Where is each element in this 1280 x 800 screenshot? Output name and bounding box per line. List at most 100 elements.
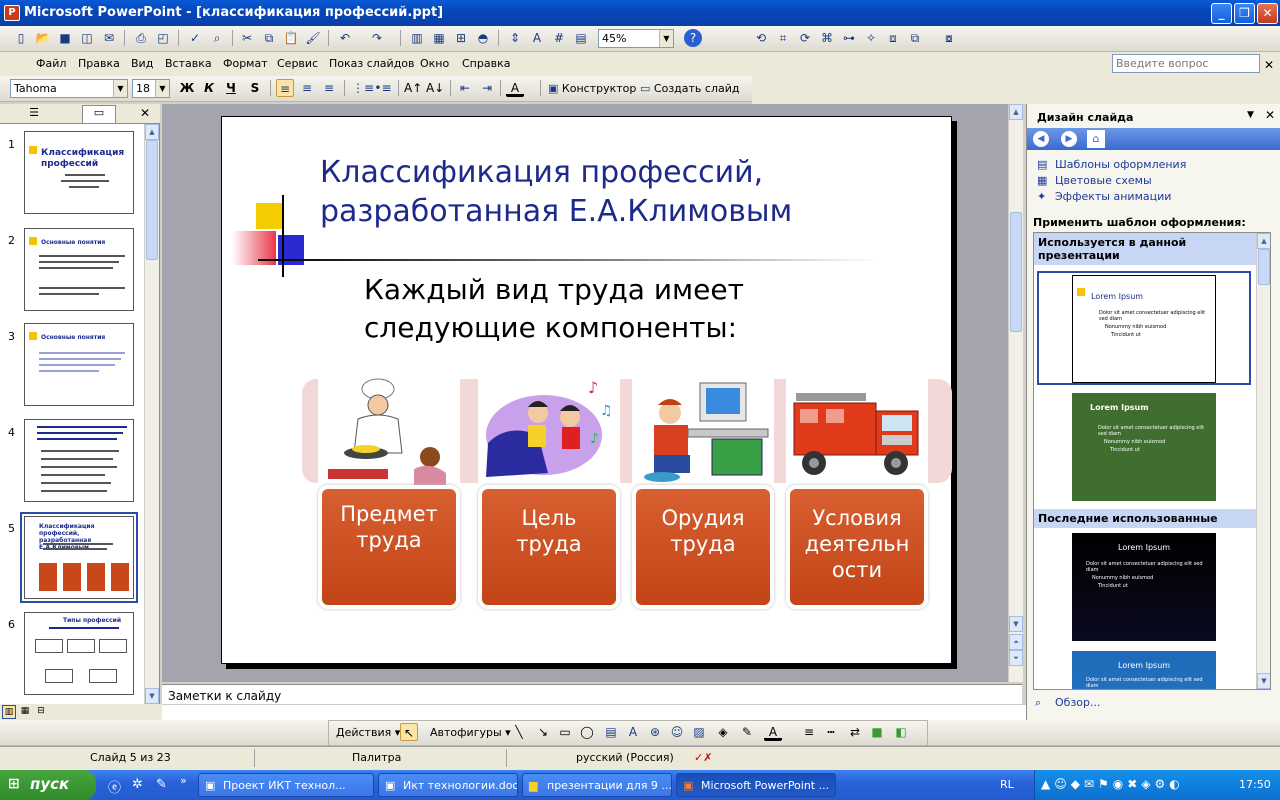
browse-link[interactable]: Обзор... [1055, 696, 1101, 709]
wordart-gallery-icon[interactable]: ⟲ [752, 29, 770, 47]
slide-thumbnail-6[interactable]: Типы профессий [24, 612, 134, 695]
expand-all-icon[interactable]: ⇕ [506, 29, 524, 47]
slide-thumbnail-2[interactable]: Основные понятия [24, 228, 134, 311]
diagram-icon[interactable]: ⌘ [818, 29, 836, 47]
expand-quicklaunch-icon[interactable]: » [180, 774, 187, 787]
italic-button[interactable]: К [200, 79, 218, 97]
clipart-icon[interactable]: ☺ [668, 723, 686, 741]
scroll-down-icon[interactable]: ▼ [145, 688, 159, 704]
template-green[interactable]: Lorem Ipsum Dolor sit amet consectetuer … [1072, 393, 1216, 501]
align-icon[interactable]: ⧉ [906, 29, 924, 47]
slide-thumbnail-4[interactable] [24, 419, 134, 502]
fill-color-icon[interactable]: ◈ [714, 723, 732, 741]
card-conditions[interactable]: Условия деятельн ости [786, 485, 928, 609]
powerpoint-app-icon[interactable]: P [4, 5, 20, 21]
increase-indent-icon[interactable]: ⇥ [478, 79, 496, 97]
back-icon[interactable]: ◀ [1033, 131, 1049, 147]
tables-borders-icon[interactable]: ⊞ [452, 29, 470, 47]
font-color-draw-icon[interactable]: A [764, 723, 782, 741]
tray-icons[interactable]: ▲☺◆✉⚑◉✖◈⚙◐ [1041, 777, 1184, 791]
actions-menu[interactable]: Действия ▾ [336, 726, 400, 739]
align-left-icon[interactable]: ≡ [276, 79, 294, 97]
ie-icon[interactable]: ⓔ [108, 777, 121, 796]
underline-button[interactable]: Ч [222, 79, 240, 97]
main-scrollbar[interactable]: ▲ ▼ ⏶ ⏷ [1008, 104, 1023, 682]
wordart-icon[interactable]: A [624, 723, 642, 741]
reorder-icon[interactable]: ⧇ [940, 29, 958, 47]
link-animation-schemes[interactable]: Эффекты анимации [1055, 190, 1171, 203]
rectangle-icon[interactable]: ▭ [556, 723, 574, 741]
save-icon[interactable]: ■ [56, 29, 74, 47]
shape-rotate-icon[interactable]: ⟳ [796, 29, 814, 47]
line-color-icon[interactable]: ✎ [738, 723, 756, 741]
grid-icon[interactable]: # [550, 29, 568, 47]
format-painter-icon[interactable]: 🖌 [304, 29, 322, 47]
slide-subtitle[interactable]: Каждый вид труда имеет следующие компоне… [364, 271, 744, 347]
autoshapes-menu[interactable]: Автофигуры ▾ [430, 726, 511, 739]
taskbar-button-project[interactable]: ▣ Проект ИКТ технол... [198, 773, 374, 797]
increase-font-icon[interactable]: A↑ [404, 79, 422, 97]
menu-file[interactable]: Файл [36, 57, 66, 70]
taskbar-button-powerpoint[interactable]: ▣ Microsoft PowerPoint ... [676, 773, 836, 797]
restore-button[interactable]: ❐ [1234, 3, 1255, 24]
close-button[interactable]: ✕ [1257, 3, 1278, 24]
cut-icon[interactable]: ✂ [238, 29, 256, 47]
scroll-thumb[interactable] [1258, 249, 1270, 285]
thumbnails-scrollbar[interactable]: ▲ ▼ [144, 124, 159, 704]
sorter-view-icon[interactable]: ▦ [18, 705, 32, 719]
preview-icon[interactable]: ◰ [154, 29, 172, 47]
redo-icon[interactable]: ↷ [368, 29, 386, 47]
close-doc-icon[interactable]: ✕ [1264, 58, 1274, 72]
shape-edit-icon[interactable]: ⌗ [774, 29, 792, 47]
link-color-schemes[interactable]: Цветовые схемы [1055, 174, 1152, 187]
scroll-up-icon[interactable]: ▲ [145, 124, 159, 140]
align-right-icon[interactable]: ≡ [320, 79, 338, 97]
print-icon[interactable]: ⎙ [132, 29, 150, 47]
align-center-icon[interactable]: ≡ [298, 79, 316, 97]
slides-tab[interactable]: ▭ [82, 105, 116, 123]
template-dark[interactable]: Lorem Ipsum Dolor sit amet consectetuer … [1072, 533, 1216, 641]
3d-style-icon[interactable]: ◧ [892, 723, 910, 741]
menu-view[interactable]: Вид [131, 57, 153, 70]
scroll-up-icon[interactable]: ▲ [1257, 233, 1270, 249]
open-icon[interactable]: 📂 [34, 29, 52, 47]
card-tools[interactable]: Орудия труда [632, 485, 774, 609]
menu-slideshow[interactable]: Показ слайдов [329, 57, 415, 70]
taskbar-button-ikt[interactable]: ▣ Икт технологии.doc... [378, 773, 518, 797]
paste-icon[interactable]: 📋 [282, 29, 300, 47]
new-icon[interactable]: ▯ [12, 29, 30, 47]
numbering-icon[interactable]: ⋮≡ [352, 79, 374, 97]
menu-window[interactable]: Окно [420, 57, 449, 70]
select-pointer-icon[interactable]: ↖ [400, 723, 418, 741]
show-formatting-icon[interactable]: A [528, 29, 546, 47]
decrease-font-icon[interactable]: A↓ [426, 79, 444, 97]
help-icon[interactable]: ? [684, 29, 702, 47]
scroll-thumb[interactable] [1010, 212, 1022, 332]
copy-icon[interactable]: ⧉ [260, 29, 278, 47]
taskbar-button-folder[interactable]: ▆ презентации для 9 ... [522, 773, 672, 797]
picture-icon[interactable]: ▨ [690, 723, 708, 741]
email-icon[interactable]: ✉ [100, 29, 118, 47]
group-icon[interactable]: ⧈ [884, 29, 902, 47]
link-design-templates[interactable]: Шаблоны оформления [1055, 158, 1186, 171]
slide-title[interactable]: Классификация профессий, разработанная Е… [320, 153, 792, 231]
scroll-down-icon[interactable]: ▼ [1257, 673, 1270, 689]
diagram-insert-icon[interactable]: ⊛ [646, 723, 664, 741]
slideshow-view-icon[interactable]: ⊟ [34, 705, 48, 719]
shadow-style-icon[interactable]: ■ [868, 723, 886, 741]
chevron-down-icon[interactable]: ▼ [1247, 110, 1254, 120]
line-style-icon[interactable]: ≡ [800, 723, 818, 741]
outline-tab[interactable]: ☰ [22, 106, 46, 122]
bold-button[interactable]: Ж [178, 79, 196, 97]
chevron-down-icon[interactable]: ▼ [659, 30, 673, 47]
designer-button[interactable]: ▣ Конструктор [548, 82, 636, 95]
home-icon[interactable]: ⌂ [1087, 130, 1105, 148]
menu-insert[interactable]: Вставка [165, 57, 212, 70]
chevron-down-icon[interactable]: ▼ [155, 80, 169, 97]
next-slide-icon[interactable]: ⏷ [1009, 650, 1023, 666]
textbox-icon[interactable]: ▤ [602, 723, 620, 741]
chart-icon[interactable]: ▥ [408, 29, 426, 47]
forward-icon[interactable]: ▶ [1061, 131, 1077, 147]
arrow-icon[interactable]: ↘ [534, 723, 552, 741]
gallery-scrollbar[interactable]: ▲ ▼ [1256, 233, 1270, 689]
